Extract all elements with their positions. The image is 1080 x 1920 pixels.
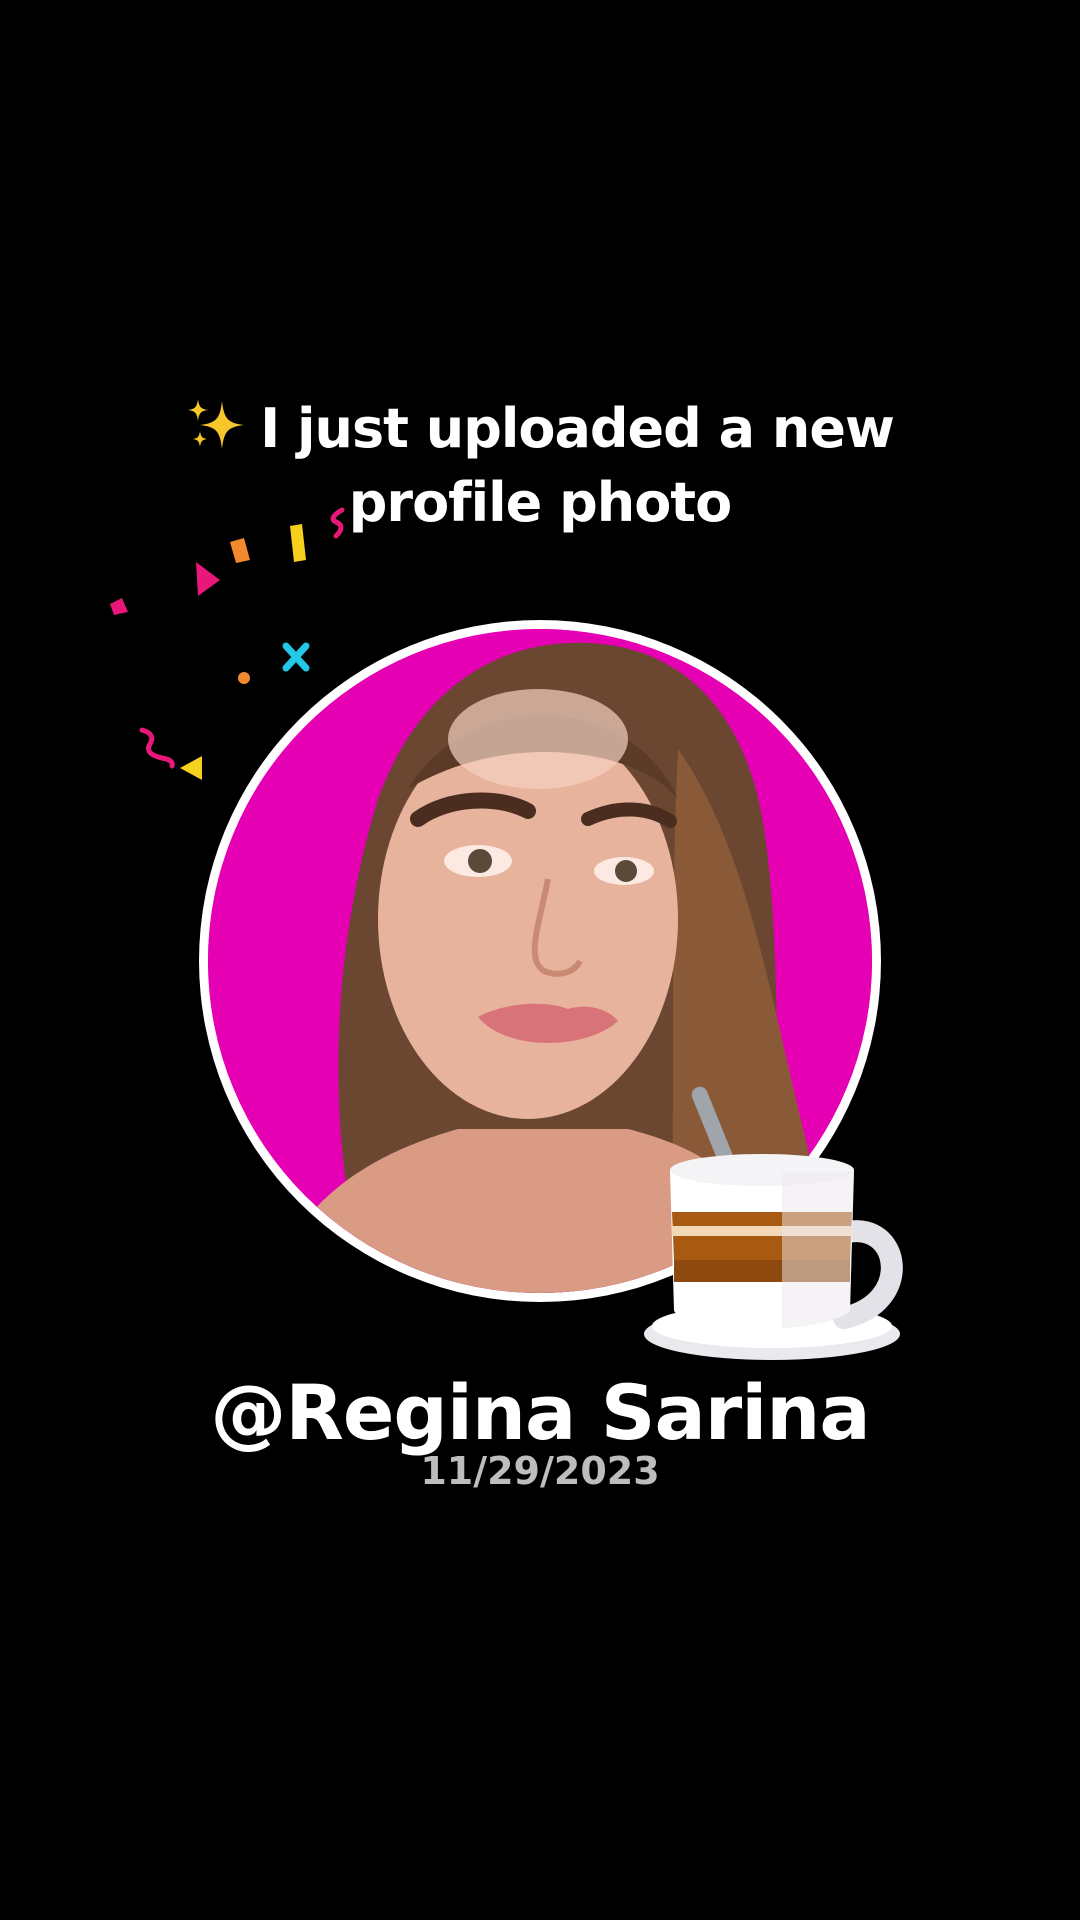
post-date: 11/29/2023 — [420, 1449, 660, 1493]
sparkles-icon — [188, 399, 245, 449]
headline-text: I just uploaded a new profile photo — [260, 397, 895, 534]
headline: I just uploaded a new profile photo — [140, 392, 940, 540]
username[interactable]: @Regina Sarina — [0, 1368, 1080, 1458]
coffee-cup-icon — [644, 1086, 903, 1360]
